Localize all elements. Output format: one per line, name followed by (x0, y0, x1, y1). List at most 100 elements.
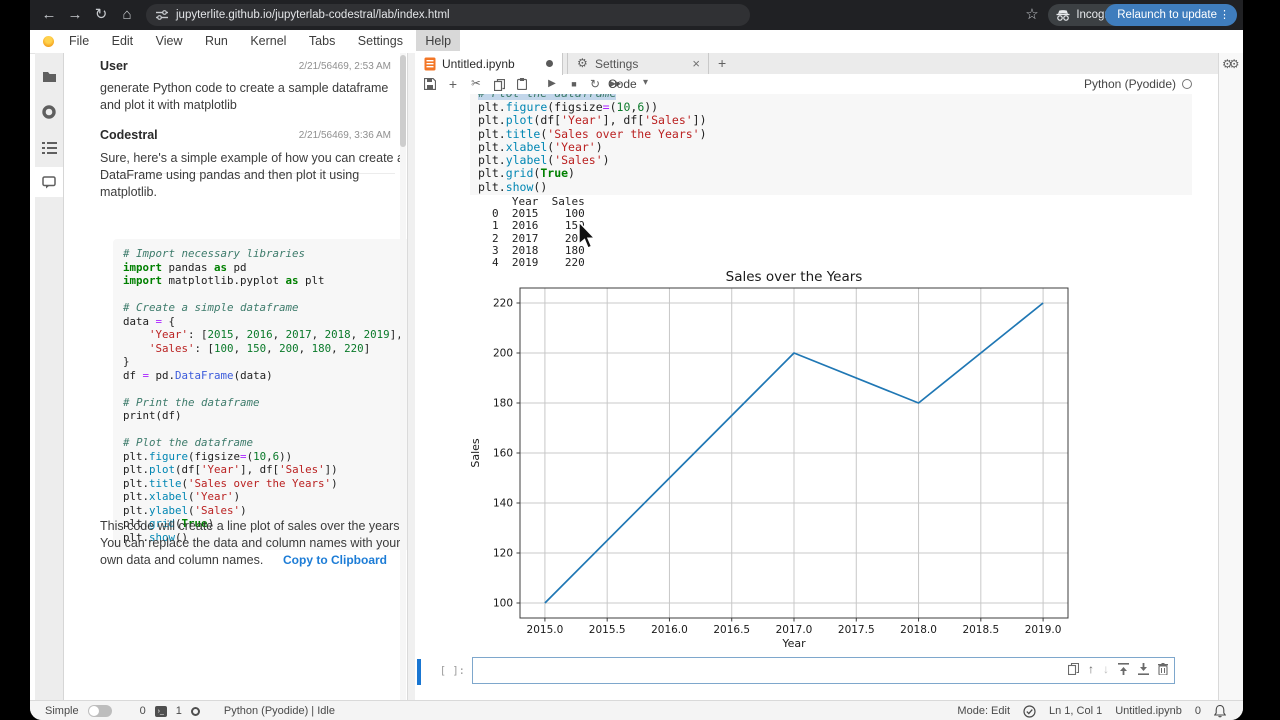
svg-text:2016.0: 2016.0 (651, 624, 688, 636)
property-inspector-icon[interactable]: ⚙⚙ (1222, 57, 1236, 71)
saving-status-icon (1023, 705, 1036, 718)
menu-help[interactable]: Help (416, 30, 460, 51)
home-icon[interactable]: ⌂ (116, 0, 138, 30)
delete-cell-icon[interactable] (1158, 663, 1168, 675)
file-browser-icon[interactable] (35, 61, 63, 91)
chat-panel-icon[interactable] (35, 167, 63, 197)
url-bar[interactable]: jupyterlite.github.io/jupyterlab-codestr… (146, 4, 750, 26)
chat-assistant-intro: Sure, here's a simple example of how you… (100, 150, 410, 201)
svg-text:2017.5: 2017.5 (838, 624, 875, 636)
duplicate-cell-icon[interactable] (1068, 663, 1079, 675)
run-cell-icon[interactable]: ▶ (543, 74, 561, 94)
svg-text:160: 160 (493, 448, 513, 460)
reload-icon[interactable]: ↻ (90, 0, 112, 30)
svg-text:Sales: Sales (469, 438, 482, 468)
empty-cell-prompt: [ ]: (427, 665, 465, 677)
svg-text:Sales over the Years: Sales over the Years (726, 269, 863, 285)
svg-text:Year: Year (781, 637, 806, 650)
kernel-name-label[interactable]: Python (Pyodide) (1084, 77, 1176, 91)
svg-text:120: 120 (493, 548, 513, 560)
menu-run[interactable]: Run (196, 30, 237, 51)
relaunch-button[interactable]: Relaunch to update ⋮ (1105, 4, 1237, 26)
menu-tabs[interactable]: Tabs (300, 30, 344, 51)
insert-cell-below-icon[interactable] (1138, 663, 1149, 675)
chat-assistant-timestamp: 2/21/56469, 3:36 AM (299, 130, 391, 141)
left-sidebar-strip (35, 53, 64, 700)
insert-cell-icon[interactable]: + (444, 74, 462, 94)
kernel-sessions-icon[interactable] (191, 707, 200, 716)
svg-text:200: 200 (493, 348, 513, 360)
simple-mode-toggle[interactable] (88, 705, 112, 717)
cell-type-dropdown[interactable]: Code (608, 77, 637, 91)
forward-icon[interactable]: → (64, 0, 86, 30)
menu-view[interactable]: View (147, 30, 192, 51)
new-tab-icon[interactable]: + (718, 55, 726, 71)
kernel-status-label[interactable]: Python (Pyodide) | Idle (224, 705, 335, 717)
terminal-icon[interactable]: ›_ (155, 706, 167, 717)
chat-assistant-outro: This code will create a line plot of sal… (100, 518, 410, 569)
tab-untitled-ipynb[interactable]: Untitled.ipynb (415, 53, 563, 75)
svg-text:2016.5: 2016.5 (713, 624, 750, 636)
dataframe-output: Year Sales 0 2015 100 1 2016 150 2 2017 … (492, 196, 585, 269)
mouse-cursor (578, 222, 602, 252)
jupyter-menubar: File Edit View Run Kernel Tabs Settings … (30, 30, 1243, 54)
code-cell-editor[interactable]: # Plot the dataframe plt.figure(figsize=… (470, 94, 1192, 195)
svg-text:2015.0: 2015.0 (527, 624, 564, 636)
simple-mode-label: Simple (45, 705, 79, 717)
url-text: jupyterlite.github.io/jupyterlab-codestr… (176, 4, 450, 26)
table-of-contents-icon[interactable] (35, 133, 63, 163)
mode-indicator[interactable]: Mode: Edit (957, 705, 1010, 717)
move-cell-up-icon[interactable]: ↑ (1088, 662, 1094, 676)
chevron-down-icon[interactable]: ▾ (643, 77, 648, 88)
chat-user-timestamp: 2/21/56469, 2:53 AM (299, 61, 391, 72)
right-sidebar-strip: ⚙⚙ (1218, 53, 1243, 700)
svg-text:140: 140 (493, 498, 513, 510)
back-icon[interactable]: ← (38, 0, 60, 30)
paste-cells-icon[interactable] (513, 74, 531, 94)
svg-text:220: 220 (493, 298, 513, 310)
jupyterlite-logo (43, 36, 54, 47)
empty-cell-editor[interactable]: ↑ ↓ (472, 657, 1175, 684)
menu-edit[interactable]: Edit (103, 30, 143, 51)
unsaved-dot-icon[interactable] (546, 60, 553, 67)
status-bar: Simple 0 ›_ 1 Python (Pyodide) | Idle Mo… (30, 700, 1243, 720)
tab-settings[interactable]: ⚙ Settings × (567, 53, 709, 74)
insert-cell-above-icon[interactable] (1118, 663, 1129, 675)
chat-user-name: User (100, 59, 128, 73)
chat-scrollbar[interactable] (400, 53, 406, 700)
notification-count[interactable]: 0 (1195, 705, 1201, 717)
dock-tab-bar: Untitled.ipynb ⚙ Settings × + (415, 53, 1218, 75)
save-icon[interactable] (421, 74, 439, 94)
notebook-toolbar: + ✂ ▶ ■ ↻ ▶▶ Code ▾ Python (Pyodide) (415, 74, 1218, 95)
kernel-status-icon[interactable] (1182, 79, 1192, 89)
chrome-menu-icon[interactable]: ⋮ (1219, 4, 1230, 26)
move-cell-down-icon[interactable]: ↓ (1103, 662, 1109, 676)
browser-window: ← → ↻ ⌂ jupyterlite.github.io/jupyterlab… (30, 0, 1243, 720)
kernel-count[interactable]: 1 (176, 705, 182, 717)
svg-text:2019.0: 2019.0 (1025, 624, 1062, 636)
chat-scrollbar-thumb[interactable] (400, 55, 406, 147)
terminal-count[interactable]: 0 (140, 705, 146, 717)
chat-panel: User 2/21/56469, 2:53 AM generate Python… (64, 53, 407, 700)
cursor-position[interactable]: Ln 1, Col 1 (1049, 705, 1102, 717)
menu-kernel[interactable]: Kernel (241, 30, 295, 51)
menu-file[interactable]: File (60, 30, 98, 51)
chat-code-block[interactable]: # Import necessary librariesimport panda… (113, 239, 423, 550)
menu-settings[interactable]: Settings (349, 30, 412, 51)
cut-cells-icon[interactable]: ✂ (467, 74, 485, 94)
restart-kernel-icon[interactable]: ↻ (586, 74, 604, 94)
svg-text:2018.5: 2018.5 (962, 624, 999, 636)
running-kernels-icon[interactable] (35, 97, 63, 127)
bell-icon[interactable] (1214, 705, 1226, 718)
chat-user-message: generate Python code to create a sample … (100, 80, 400, 114)
svg-text:2017.0: 2017.0 (776, 624, 813, 636)
svg-text:2015.5: 2015.5 (589, 624, 626, 636)
active-cell-indicator (417, 659, 421, 685)
stop-kernel-icon[interactable]: ■ (565, 74, 583, 94)
copy-cells-icon[interactable] (490, 74, 508, 94)
site-info-icon[interactable] (156, 10, 168, 20)
close-tab-icon[interactable]: × (692, 56, 700, 71)
chat-assistant-name: Codestral (100, 128, 158, 142)
notebook-area: # Plot the dataframe plt.figure(figsize=… (415, 94, 1218, 700)
bookmark-star-icon[interactable]: ☆ (1021, 0, 1043, 30)
